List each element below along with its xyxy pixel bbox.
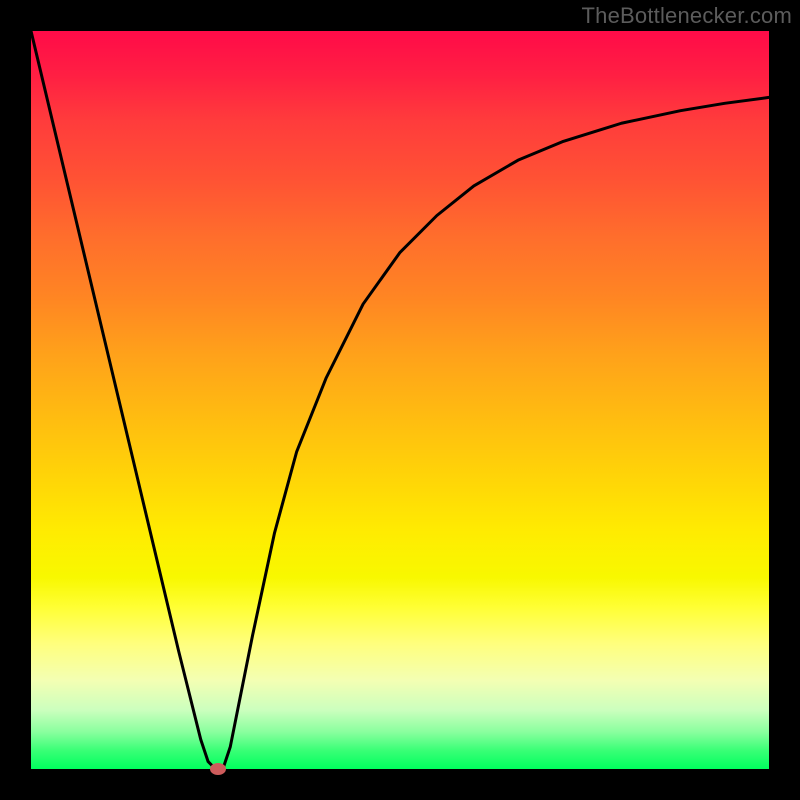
plot-area xyxy=(31,31,769,769)
optimal-point-marker xyxy=(210,763,226,775)
chart-frame: TheBottlenecker.com xyxy=(0,0,800,800)
bottleneck-curve xyxy=(31,31,769,769)
watermark-text: TheBottlenecker.com xyxy=(582,3,792,29)
